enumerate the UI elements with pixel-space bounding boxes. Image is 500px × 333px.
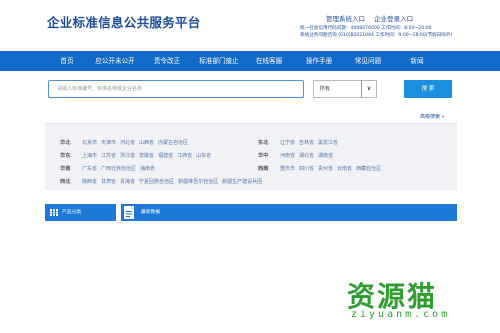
search-area: 请输入标准编号、标准名称或企业名称 所有 ∨ 搜 索 [45,76,457,106]
province-link[interactable]: 浙江省 [120,153,135,159]
region-provinces: 辽宁省 吉林省 黑龙江省 [280,139,342,146]
nav-item-rectify[interactable]: 责令改正 [145,51,189,71]
province-link[interactable]: 海南省 [140,166,155,172]
hotline-info: 统一社会信用代码问题：4008076000 工作时间：8:00~20:00 系统… [300,25,452,39]
province-link[interactable]: 福建省 [158,153,173,159]
province-link[interactable]: 湖南省 [318,153,333,159]
nav-item-abolished[interactable]: 标准部门废止 [190,51,248,71]
province-link[interactable]: 山东省 [196,153,211,159]
hotline-line-1: 统一社会信用代码问题：4008076000 工作时间：8:00~20:00 [300,26,432,31]
region-provinces: 上海市 江苏省 浙江省 安徽省 福建省 江西省 山东省 [82,152,215,159]
scope-select-value: 所有 [320,86,331,92]
region-panel: 华北 北京市 天津市 河北省 山西省 内蒙古自治区 东北 辽宁省 吉林省 黑龙江省 华东 上… [45,124,457,190]
province-link[interactable]: 上海市 [82,153,97,159]
enterprise-login-link[interactable]: 企业登录入口 [374,15,413,23]
province-link[interactable]: 云南省 [337,166,352,172]
nav-item-online-service[interactable]: 在线客服 [249,51,289,71]
province-link[interactable]: 北京市 [82,140,97,146]
region-provinces: 河南省 湖北省 湖南省 [280,152,337,159]
nav-item-faq[interactable]: 常见问题 [346,51,390,71]
province-link[interactable]: 广东省 [82,166,97,172]
province-link[interactable]: 吉林省 [299,140,314,146]
latest-data-tab[interactable]: 最新数据 [121,204,457,221]
province-link[interactable]: 新疆维吾尔自治区 [178,179,218,185]
region-provinces: 北京市 天津市 河北省 山西省 内蒙古自治区 [82,139,192,146]
region-provinces: 广东省 广西壮族自治区 海南省 [82,165,159,172]
nav-item-manual[interactable]: 操作手册 [296,51,342,71]
province-link[interactable]: 黑龙江省 [318,140,338,146]
province-link[interactable]: 河南省 [280,153,295,159]
advanced-search-link[interactable]: 高级搜索 » [420,113,445,120]
hotline-line-2: 系统业务问题咨询 (010)82021084 工作时间：9:00~18:00(节… [300,33,453,38]
latest-data-label: 最新数据 [141,210,161,215]
province-link[interactable]: 广西壮族自治区 [101,166,136,172]
region-name: 西南 [258,166,269,172]
province-link[interactable]: 内蒙古自治区 [158,140,188,146]
region-name: 华中 [258,153,269,159]
region-name: 华南 [60,166,71,172]
province-link[interactable]: 新疆生产建设兵团 [222,179,262,185]
province-link[interactable]: 重庆市 [280,166,295,172]
province-link[interactable]: 江西省 [177,153,192,159]
province-link[interactable]: 西藏自治区 [356,166,381,172]
header: 企业标准信息公共服务平台 管理系统入口 企业登录入口 统一社会信用代码问题：40… [0,0,500,50]
nav-item-home[interactable]: 首页 [48,51,86,71]
top-links: 管理系统入口 企业登录入口 [326,13,420,23]
province-link[interactable]: 贵州省 [318,166,333,172]
region-name: 华东 [60,153,71,159]
nav-item-news[interactable]: 新闻 [398,51,436,71]
scope-select[interactable]: 所有 ∨ [313,80,377,98]
chevron-down-icon[interactable]: ∨ [361,80,376,98]
product-category-label: 产品分类 [62,210,82,215]
province-link[interactable]: 江苏省 [101,153,116,159]
nav-item-unpublished[interactable]: 应公开未公开 [88,51,142,71]
province-link[interactable]: 宁夏回族自治区 [139,179,174,185]
province-link[interactable]: 辽宁省 [280,140,295,146]
main-nav: 首页 应公开未公开 责令改正 标准部门废止 在线客服 操作手册 常见问题 新闻 [0,51,500,71]
watermark: 资源猫 ziyuanm.com [347,275,467,333]
region-name: 华北 [60,140,71,146]
province-link[interactable]: 安徽省 [139,153,154,159]
province-link[interactable]: 山西省 [139,140,154,146]
region-provinces: 重庆市 四川省 贵州省 云南省 西藏自治区 [280,165,385,172]
region-provinces: 陕西省 甘肃省 青海省 宁夏回族自治区 新疆维吾尔自治区 新疆生产建设兵团 [82,178,266,185]
document-icon [124,206,134,219]
province-link[interactable]: 四川省 [299,166,314,172]
search-input[interactable]: 请输入标准编号、标准名称或企业名称 [48,80,304,98]
province-link[interactable]: 河北省 [120,140,135,146]
region-name: 东北 [258,140,269,146]
province-link[interactable]: 陕西省 [82,179,97,185]
province-link[interactable]: 天津市 [101,140,116,146]
province-link[interactable]: 甘肃省 [101,179,116,185]
admin-entry-link[interactable]: 管理系统入口 [326,15,365,23]
grid-icon [50,209,58,216]
site-title: 企业标准信息公共服务平台 [47,15,201,30]
province-link[interactable]: 湖北省 [299,153,314,159]
region-name: 西北 [60,179,71,185]
watermark-url: ziyuanm.com [351,309,451,320]
province-link[interactable]: 青海省 [120,179,135,185]
product-category-tab[interactable]: 产品分类 [45,204,116,221]
search-button[interactable]: 搜 索 [404,80,452,98]
